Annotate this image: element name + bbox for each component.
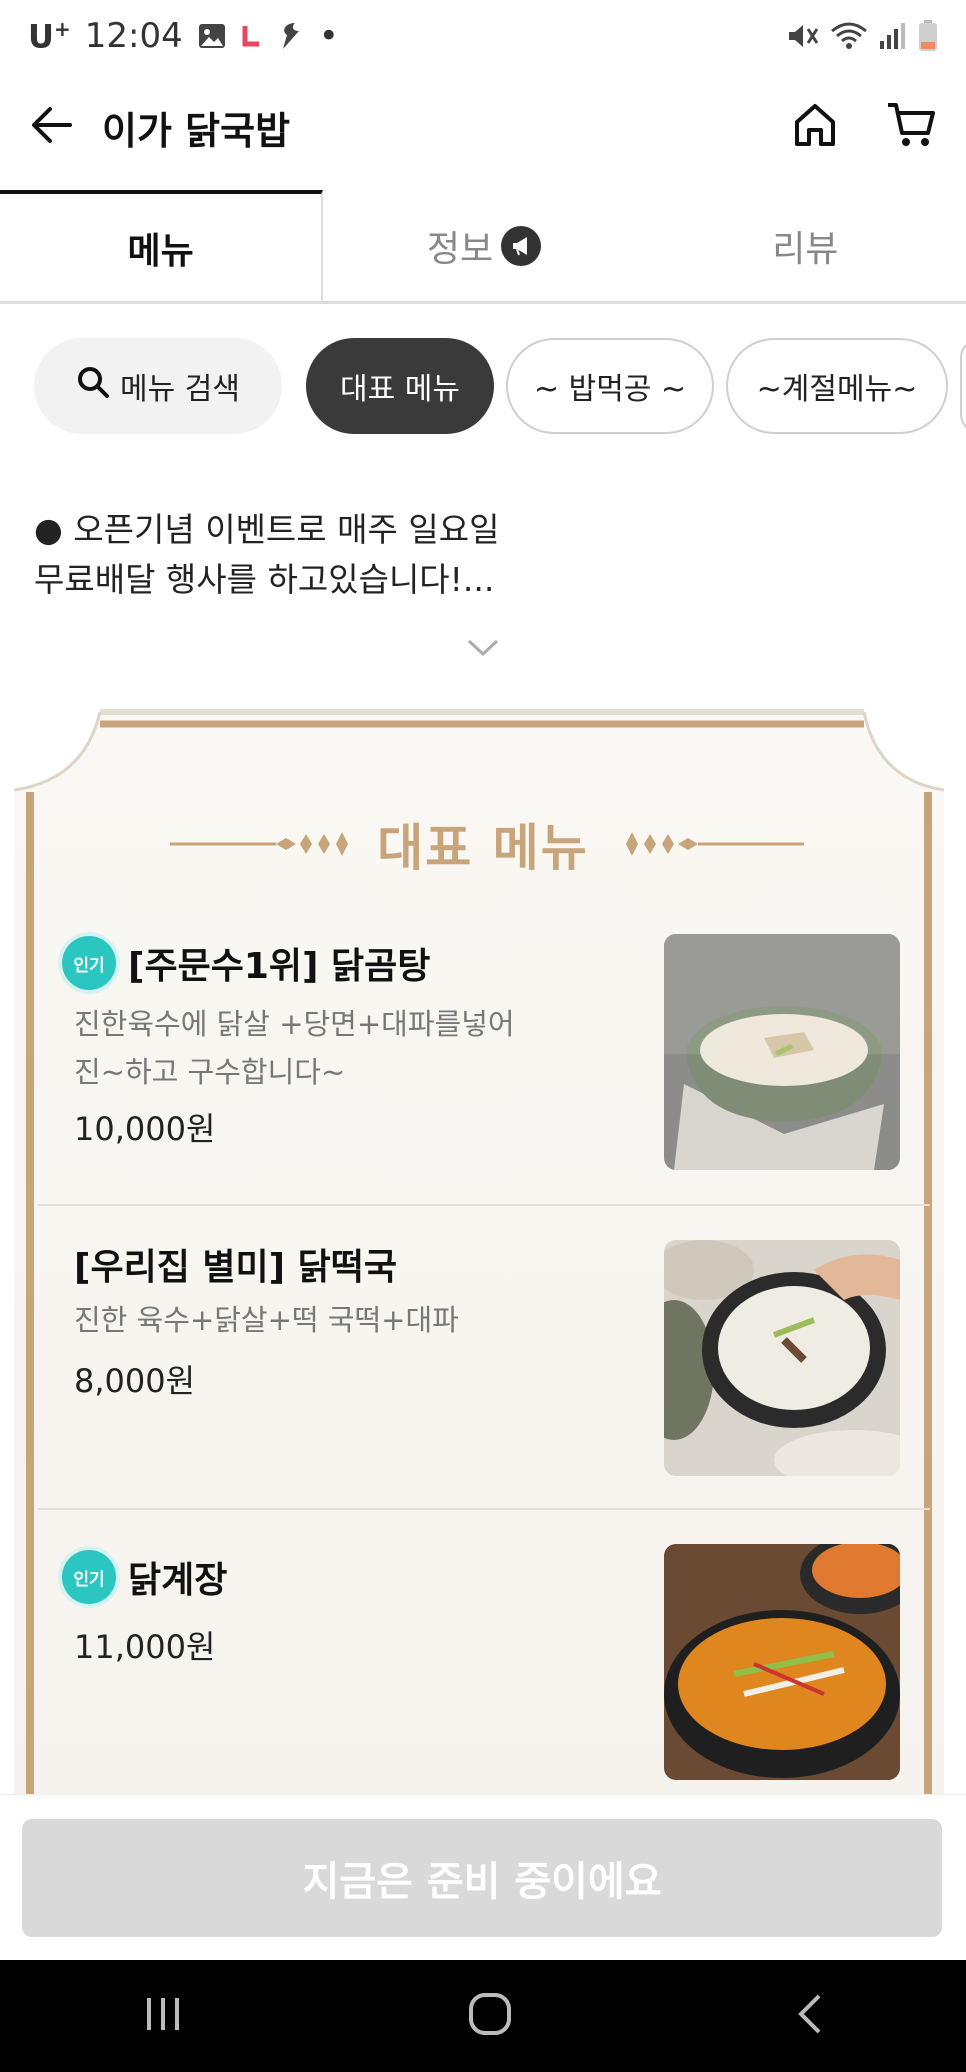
menu-item-price: 11,000원 — [74, 1628, 216, 1666]
chevron-down-icon[interactable] — [466, 636, 500, 660]
back-arrow-icon[interactable] — [30, 105, 74, 149]
section-title: 대표 메뉴 — [377, 819, 589, 877]
home-button-icon[interactable] — [467, 1991, 513, 2041]
search-icon — [76, 365, 110, 407]
tab-menu-label: 메뉴 — [127, 230, 194, 272]
menu-item-price: 8,000원 — [74, 1362, 196, 1400]
menu-item-photo — [664, 1240, 900, 1476]
page-title: 이가 닭국밥 — [102, 108, 291, 153]
signal-icon — [878, 21, 908, 51]
category-chips: 메뉴 검색 대표 메뉴 ~ 밥먹공 ~ ~계절메뉴~ — [34, 338, 966, 436]
chip-signature-menu[interactable]: 대표 메뉴 — [306, 338, 494, 434]
tab-info-label: 정보 — [426, 228, 494, 270]
battery-icon — [918, 20, 938, 52]
menu-item-desc: 진한 육수+닭살+떡 국떡+대파 — [74, 1303, 459, 1337]
menu-item-desc: 진한육수에 닭살 +당면+대파를넣어 — [74, 1007, 515, 1041]
chip-next-partial[interactable] — [960, 338, 966, 434]
wifi-icon — [830, 21, 868, 51]
notice-line-1: ● 오픈기념 이벤트로 매주 일요일 — [34, 510, 500, 549]
tab-review-label: 리뷰 — [772, 228, 839, 270]
menu-item-price: 10,000원 — [74, 1110, 216, 1148]
menu-item-dakddeokguk[interactable]: [우리집 별미] 닭떡국 진한 육수+닭살+떡 국떡+대파 8,000원 — [38, 1206, 930, 1510]
notification-dot: • — [318, 16, 339, 56]
menu-item-desc: 진~하고 구수합니다~ — [74, 1055, 346, 1089]
menu-search-label: 메뉴 검색 — [120, 372, 240, 407]
system-nav-bar — [0, 1960, 966, 2072]
order-unavailable-button[interactable]: 지금은 준비 중이에요 — [22, 1819, 942, 1937]
chip-seasonal-menu[interactable]: ~계절메뉴~ — [726, 338, 948, 434]
menu-item-name: 닭계장 — [128, 1560, 228, 1601]
status-bar: U+ 12:04 • — [0, 0, 966, 72]
carrier-label: U+ — [28, 16, 71, 56]
back-button-icon[interactable] — [795, 1992, 825, 2040]
menu-search-button[interactable]: 메뉴 검색 — [34, 338, 282, 434]
bottom-action-bar: 지금은 준비 중이에요 — [0, 1794, 966, 1960]
popular-badge: 인기 — [62, 1550, 116, 1604]
menu-item-name: [우리집 별미] 닭떡국 — [74, 1247, 397, 1288]
clock: 12:04 — [84, 16, 183, 56]
tab-menu[interactable]: 메뉴 — [0, 190, 324, 301]
menu-item-dakgyejang[interactable]: 인기 닭계장 11,000원 — [38, 1510, 930, 1794]
bolt-app-icon — [277, 21, 305, 51]
popular-badge: 인기 — [62, 936, 116, 990]
menu-item-name: [주문수1위] 닭곰탕 — [128, 946, 431, 987]
cart-icon[interactable] — [886, 101, 936, 153]
app-header: 이가 닭국밥 — [0, 72, 966, 182]
menu-item-photo — [664, 934, 900, 1170]
mute-icon — [786, 21, 820, 51]
menu-item-photo — [664, 1544, 900, 1780]
notice-line-2: 무료배달 행사를 하고있습니다!... — [34, 560, 495, 599]
tab-review[interactable]: 리뷰 — [645, 190, 966, 301]
tab-info[interactable]: 정보 — [323, 190, 644, 301]
chip-rice-menu[interactable]: ~ 밥먹공 ~ — [506, 338, 714, 434]
store-notice[interactable]: ● 오픈기념 이벤트로 매주 일요일 무료배달 행사를 하고있습니다!... — [34, 505, 914, 605]
gallery-icon — [197, 22, 227, 50]
menu-item-dakgomtang[interactable]: 인기 [주문수1위] 닭곰탕 진한육수에 닭살 +당면+대파를넣어 진~하고 구… — [38, 920, 930, 1206]
megaphone-icon — [501, 225, 542, 266]
store-tabs: 메뉴 정보 리뷰 — [0, 190, 966, 304]
home-icon[interactable] — [792, 102, 838, 152]
recent-apps-icon[interactable] — [141, 1994, 185, 2038]
l-app-icon — [241, 22, 263, 50]
